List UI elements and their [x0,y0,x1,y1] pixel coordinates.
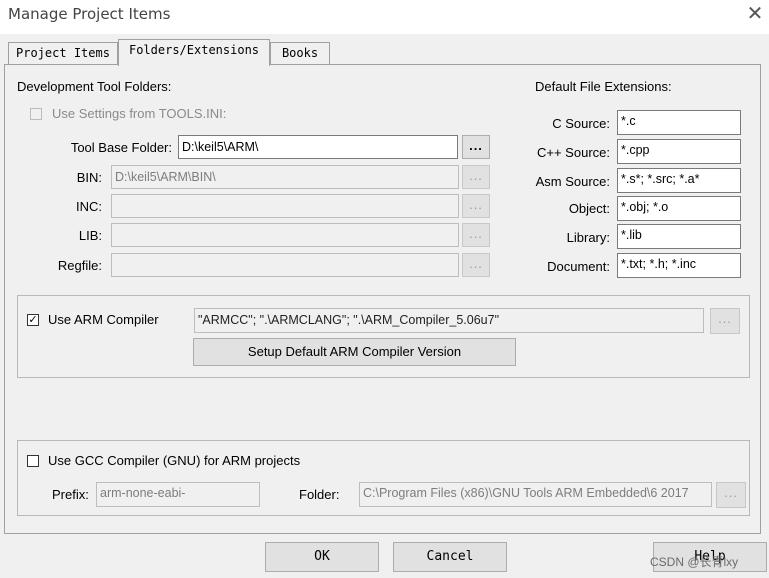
bin-label: BIN: [76,170,102,185]
cancel-button[interactable]: Cancel [393,542,507,572]
c-source-input[interactable]: *.c [617,110,741,135]
inc-label: INC: [76,199,102,214]
cpp-source-input[interactable]: *.cpp [617,139,741,164]
document-input[interactable]: *.txt; *.h; *.inc [617,253,741,278]
gcc-prefix-input[interactable]: arm-none-eabi- [96,482,260,507]
window-title: Manage Project Items [8,5,171,23]
tab-project-items[interactable]: Project Items [8,42,118,65]
close-icon[interactable]: ✕ [742,2,768,28]
arm-compiler-browse-button[interactable]: ... [710,308,740,334]
c-source-label: C Source: [552,116,610,131]
object-input[interactable]: *.obj; *.o [617,196,741,221]
tool-folders-header: Development Tool Folders: [17,79,172,94]
use-gcc-compiler-checkbox[interactable] [27,455,39,467]
tool-base-folder-input[interactable]: D:\keil5\ARM\ [178,135,458,159]
gcc-prefix-label: Prefix: [52,487,89,502]
watermark: CSDN @长青lxy [650,555,739,569]
lib-input[interactable] [111,223,459,247]
asm-source-label: Asm Source: [535,174,610,189]
ok-button[interactable]: OK [265,542,379,572]
lib-browse-button[interactable]: ... [462,223,490,247]
regfile-browse-button[interactable]: ... [462,253,490,277]
gcc-folder-browse-button[interactable]: ... [716,482,746,508]
gcc-folder-label: Folder: [299,487,340,502]
checkmark-icon: ✓ [28,314,38,326]
title-bar: Manage Project Items ✕ [0,0,769,34]
document-label: Document: [547,259,610,274]
use-gcc-compiler-label: Use GCC Compiler (GNU) for ARM projects [48,453,301,468]
tab-books[interactable]: Books [270,42,330,65]
tab-folders-extensions[interactable]: Folders/Extensions [118,39,270,66]
regfile-input[interactable] [111,253,459,277]
use-tools-ini-checkbox[interactable] [30,108,42,120]
cpp-source-label: C++ Source: [537,145,610,160]
asm-source-input[interactable]: *.s*; *.src; *.a* [617,168,741,193]
setup-arm-compiler-button[interactable]: Setup Default ARM Compiler Version [193,338,516,366]
regfile-label: Regfile: [57,258,102,273]
extensions-header: Default File Extensions: [535,79,672,94]
object-label: Object: [568,201,610,216]
bin-input[interactable]: D:\keil5\ARM\BIN\ [111,165,459,189]
use-arm-compiler-checkbox[interactable]: ✓ [27,314,39,326]
arm-compiler-select[interactable]: "ARMCC"; ".\ARMCLANG"; ".\ARM_Compiler_5… [194,308,704,333]
use-tools-ini-label: Use Settings from TOOLS.INI: [52,106,227,121]
inc-browse-button[interactable]: ... [462,194,490,218]
inc-input[interactable] [111,194,459,218]
bin-browse-button[interactable]: ... [462,165,490,189]
use-arm-compiler-label: Use ARM Compiler [48,312,159,327]
library-input[interactable]: *.lib [617,224,741,249]
tool-base-folder-label: Tool Base Folder: [70,140,172,155]
gcc-folder-input[interactable]: C:\Program Files (x86)\GNU Tools ARM Emb… [359,482,712,507]
library-label: Library: [566,230,610,245]
lib-label: LIB: [78,228,102,243]
tool-base-folder-browse-button[interactable]: ... [462,135,490,159]
